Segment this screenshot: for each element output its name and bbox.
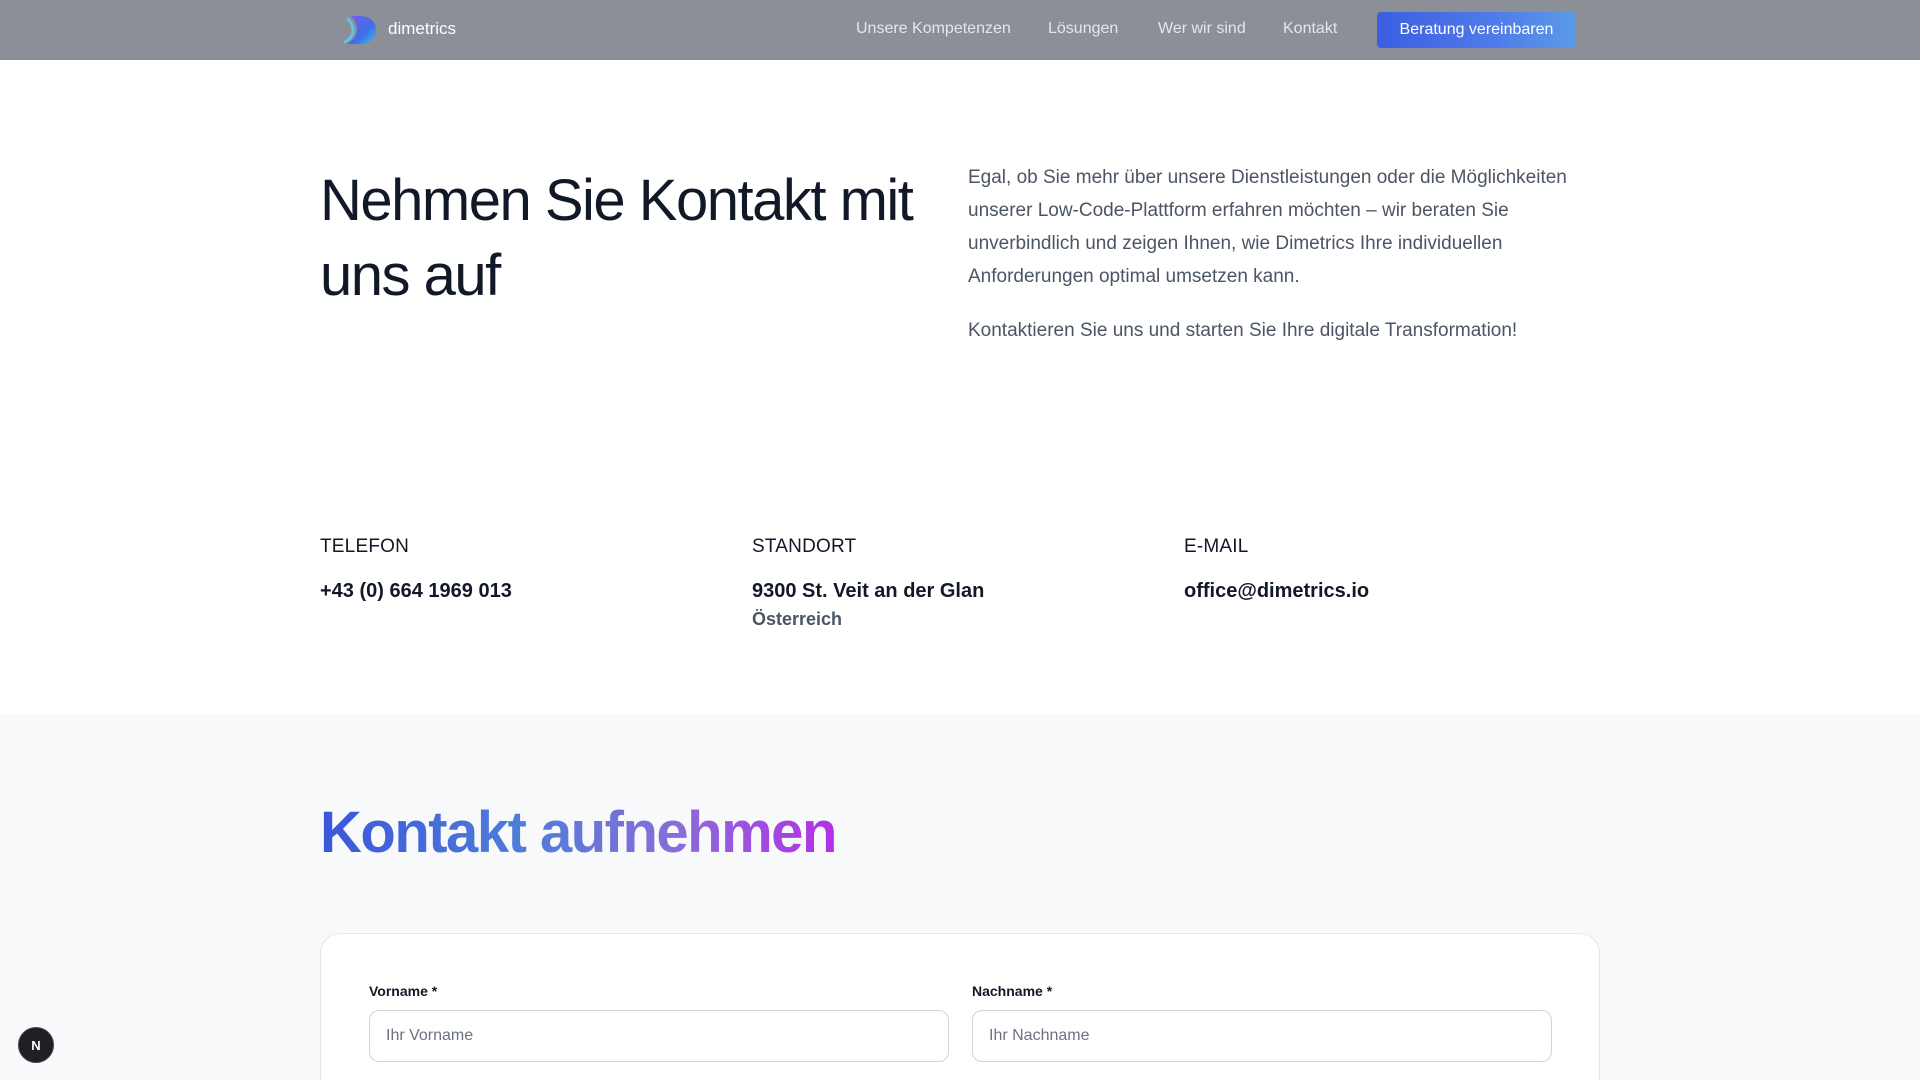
phone-value[interactable]: +43 (0) 664 1969 013 bbox=[320, 580, 512, 603]
top-navbar: dimetrics Unsere Kompetenzen Lösungen We… bbox=[0, 0, 1920, 60]
hero-intro-text: Egal, ob Sie mehr über unsere Dienstleis… bbox=[968, 167, 1567, 287]
beratung-vereinbaren-button[interactable]: Beratung vereinbaren bbox=[1377, 12, 1576, 48]
email-label: E-MAIL bbox=[1184, 536, 1249, 557]
last-name-input[interactable] bbox=[972, 1010, 1552, 1062]
nav-link-kontakt[interactable]: Kontakt bbox=[1283, 20, 1337, 38]
dimetrics-logo-icon[interactable] bbox=[343, 14, 377, 46]
nav-link-wer-wir-sind[interactable]: Wer wir sind bbox=[1158, 20, 1246, 38]
first-name-input[interactable] bbox=[369, 1010, 949, 1062]
nav-link-loesungen[interactable]: Lösungen bbox=[1048, 20, 1118, 38]
email-value[interactable]: office@dimetrics.io bbox=[1184, 580, 1369, 603]
nav-link-kompetenzen[interactable]: Unsere Kompetenzen bbox=[856, 20, 1011, 38]
form-section-title: Kontakt aufnehmen bbox=[320, 795, 837, 871]
last-name-label: Nachname * bbox=[972, 983, 1053, 999]
page-title: Nehmen Sie Kontakt mit uns auf bbox=[320, 168, 914, 308]
phone-label: TELEFON bbox=[320, 536, 410, 557]
location-value: 9300 St. Veit an der Glan bbox=[752, 580, 985, 602]
dev-tools-n-icon[interactable]: N bbox=[18, 1027, 54, 1063]
first-name-label: Vorname * bbox=[369, 983, 438, 999]
hero-cta-text: Kontaktieren Sie uns und starten Sie Ihr… bbox=[968, 320, 1518, 341]
location-label: STANDORT bbox=[752, 536, 857, 557]
brand-name[interactable]: dimetrics bbox=[388, 19, 456, 39]
location-country: Österreich bbox=[752, 609, 843, 629]
